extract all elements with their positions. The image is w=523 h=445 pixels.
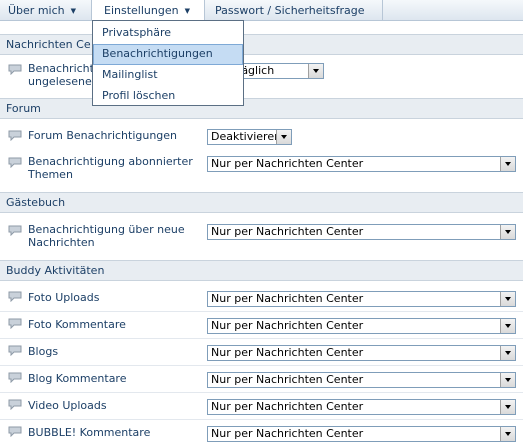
caret-down-icon: ▼ <box>184 6 190 15</box>
tab-label: Passwort / Sicherheitsfrage <box>215 3 365 17</box>
select-value: Nur per Nachrichten Center <box>211 346 364 359</box>
section-header-nachrichten: Nachrichten Ce <box>0 34 523 55</box>
dropdown-arrow-icon <box>500 400 515 414</box>
tab-label: Einstellungen <box>104 3 179 17</box>
dropdown-arrow-icon <box>500 157 515 171</box>
section-header-buddy: Buddy Aktivitäten <box>0 260 523 281</box>
dropdown-arrow-icon <box>500 346 515 360</box>
setting-label: Blogs <box>28 345 59 358</box>
setting-row: Benachrichtigung über neue Nachrichten N… <box>0 220 523 254</box>
row-divider <box>0 419 523 420</box>
dropdown-arrow-icon <box>500 225 515 239</box>
setting-label: Foto Kommentare <box>28 318 126 331</box>
speech-bubble-icon <box>8 157 22 168</box>
tab-einstellungen[interactable]: Einstellungen ▼ <box>92 0 205 21</box>
setting-label: Foto Uploads <box>28 291 100 304</box>
speech-bubble-icon <box>8 130 22 141</box>
dropdown-arrow-icon <box>500 319 515 333</box>
setting-row: BUBBLE! Kommentare Nur per Nachrichten C… <box>0 422 523 444</box>
dropdown-arrow-icon <box>500 373 515 387</box>
settings-dropdown-menu: Privatsphäre Benachrichtigungen Mailingl… <box>92 20 244 106</box>
video-uploads-select[interactable]: Nur per Nachrichten Center <box>207 399 516 415</box>
menu-item-privatsphaere[interactable]: Privatsphäre <box>93 23 243 44</box>
select-value: Nur per Nachrichten Center <box>211 157 364 170</box>
row-divider <box>0 311 523 312</box>
speech-bubble-icon <box>8 372 22 383</box>
blog-comments-select[interactable]: Nur per Nachrichten Center <box>207 372 516 388</box>
select-value: Deaktivieren <box>211 130 282 143</box>
select-value: Nur per Nachrichten Center <box>211 292 364 305</box>
setting-row: Foto Kommentare Nur per Nachrichten Cent… <box>0 314 523 336</box>
menu-item-benachrichtigungen[interactable]: Benachrichtigungen <box>93 44 243 65</box>
select-value: Nur per Nachrichten Center <box>211 225 364 238</box>
section-title: Buddy Aktivitäten <box>6 264 105 277</box>
dropdown-arrow-icon <box>500 427 515 441</box>
speech-bubble-icon <box>8 225 22 236</box>
setting-row: Benachrichtigung abonnierter Themen Nur … <box>0 153 523 185</box>
setting-row: Blogs Nur per Nachrichten Center <box>0 341 523 363</box>
setting-label: Video Uploads <box>28 399 107 412</box>
setting-label: BUBBLE! Kommentare <box>28 426 151 439</box>
tab-passwort[interactable]: Passwort / Sicherheitsfrage <box>205 0 383 21</box>
row-divider <box>0 338 523 339</box>
menu-item-profil-loeschen[interactable]: Profil löschen <box>93 86 243 107</box>
setting-row: Benachricht ungelesene täglich <box>0 60 523 90</box>
row-divider <box>0 392 523 393</box>
tab-label: Über mich <box>8 3 65 17</box>
section-title: Forum <box>6 102 41 115</box>
dropdown-arrow-icon <box>500 292 515 306</box>
section-title: Nachrichten Ce <box>6 38 91 51</box>
photo-uploads-select[interactable]: Nur per Nachrichten Center <box>207 291 516 307</box>
setting-row: Forum Benachrichtigungen Deaktivieren <box>0 126 523 148</box>
subscribed-topics-select[interactable]: Nur per Nachrichten Center <box>207 156 516 172</box>
section-title: Gästebuch <box>6 196 66 209</box>
setting-row: Video Uploads Nur per Nachrichten Center <box>0 395 523 417</box>
row-divider <box>0 365 523 366</box>
section-header-forum: Forum <box>0 98 523 119</box>
select-value: Nur per Nachrichten Center <box>211 319 364 332</box>
setting-label: Forum Benachrichtigungen <box>28 129 178 142</box>
setting-row: Blog Kommentare Nur per Nachrichten Cent… <box>0 368 523 390</box>
speech-bubble-icon <box>8 64 22 75</box>
photo-comments-select[interactable]: Nur per Nachrichten Center <box>207 318 516 334</box>
menu-item-mailinglist[interactable]: Mailinglist <box>93 65 243 86</box>
select-value: Nur per Nachrichten Center <box>211 427 364 440</box>
bubble-comments-select[interactable]: Nur per Nachrichten Center <box>207 426 516 442</box>
dropdown-arrow-icon <box>276 130 291 144</box>
speech-bubble-icon <box>8 291 22 302</box>
blogs-select[interactable]: Nur per Nachrichten Center <box>207 345 516 361</box>
setting-label: Benachrichtigung abonnierter Themen <box>28 155 193 181</box>
setting-label: Blog Kommentare <box>28 372 127 385</box>
speech-bubble-icon <box>8 318 22 329</box>
speech-bubble-icon <box>8 426 22 437</box>
tab-ueber-mich[interactable]: Über mich ▼ <box>0 0 92 21</box>
setting-label: Benachrichtigung über neue Nachrichten <box>28 223 185 249</box>
select-value: Nur per Nachrichten Center <box>211 400 364 413</box>
section-header-gaestebuch: Gästebuch <box>0 192 523 213</box>
top-tab-bar: Über mich ▼ Einstellungen ▼ Passwort / S… <box>0 0 523 21</box>
caret-down-icon: ▼ <box>70 6 77 15</box>
select-value: Nur per Nachrichten Center <box>211 373 364 386</box>
speech-bubble-icon <box>8 345 22 356</box>
speech-bubble-icon <box>8 399 22 410</box>
setting-row: Foto Uploads Nur per Nachrichten Center <box>0 287 523 309</box>
guestbook-notification-select[interactable]: Nur per Nachrichten Center <box>207 224 516 240</box>
dropdown-arrow-icon <box>308 64 323 78</box>
forum-notification-select[interactable]: Deaktivieren <box>207 129 292 145</box>
